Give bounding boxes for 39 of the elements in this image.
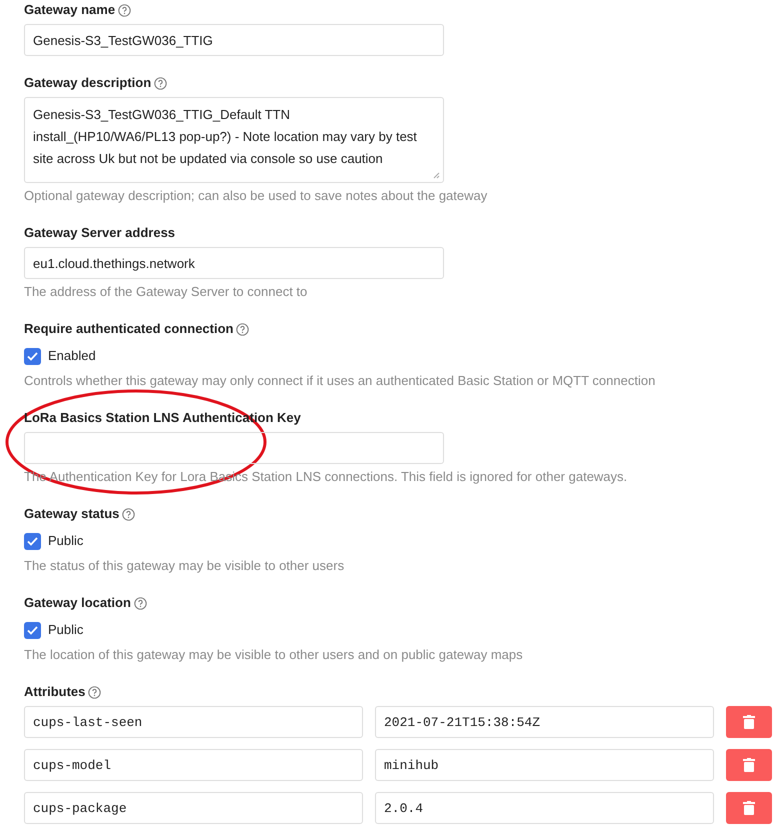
checkmark-icon [27, 536, 38, 546]
description-text: Genesis-S3_TestGW036_TTIG_Default TTN install_(HP10/WA6/PL13 pop-up?) - Note location may vary by test site across Uk but not be updated via console so use caution [33, 107, 417, 166]
field-label: Gateway name [24, 1, 116, 20]
text-field[interactable]: Genesis-S3_TestGW036_TTIG [24, 24, 444, 56]
field-hint: The status of this gateway may be visible to other users [24, 557, 346, 575]
resize-handle-icon [433, 172, 440, 179]
field-label: Attributes [24, 683, 86, 702]
field-label: Gateway status [24, 505, 120, 524]
text-field[interactable] [24, 432, 444, 464]
checkbox-label: Enabled [48, 347, 96, 366]
checkbox-label: Public [48, 532, 84, 550]
text-field[interactable]: eu1.cloud.thethings.network [24, 247, 444, 279]
attribute-key-field[interactable]: cups-last-seen [24, 706, 363, 738]
checkbox[interactable] [24, 532, 41, 550]
attribute-value-field[interactable]: 2021-07-21T15:38:54Z [375, 706, 714, 738]
checkmark-icon [27, 352, 38, 360]
field-label: Gateway description [24, 74, 152, 92]
checkbox[interactable] [24, 348, 41, 364]
attribute-key-field[interactable]: cups-model [24, 749, 363, 781]
field-label: Require authenticated connection [24, 320, 234, 338]
checkmark-icon [27, 626, 38, 634]
description-field[interactable]: Genesis-S3_TestGW036_TTIG_Default TTN install_(HP10/WA6/PL13 pop-up?) - Note location may vary by test site across Uk but not be updated via console so use caution [24, 97, 444, 183]
trash-icon [743, 758, 755, 772]
trash-icon [743, 801, 755, 815]
delete-button[interactable] [726, 706, 772, 738]
field-hint: The location of this gateway may be visible to other users and on public gateway maps [24, 646, 524, 664]
trash-icon [743, 715, 755, 729]
field-hint: Controls whether this gateway may only connect if it uses an authenticated Basic Station or MQTT connection [24, 372, 656, 390]
delete-button[interactable] [726, 792, 772, 824]
checkbox[interactable] [24, 622, 41, 638]
attribute-key-field[interactable]: cups-package [24, 792, 363, 824]
field-hint: Optional gateway description; can also be used to save notes about the gateway [24, 187, 488, 205]
checkbox-label: Public [48, 621, 84, 640]
field-label: Gateway location [24, 594, 131, 612]
attribute-value-field[interactable]: 2.0.4 [375, 792, 714, 824]
delete-button[interactable] [726, 749, 772, 781]
field-hint: The address of the Gateway Server to connect to [24, 283, 308, 301]
attribute-value-field[interactable]: minihub [375, 749, 714, 781]
field-label: Gateway Server address [24, 224, 176, 242]
